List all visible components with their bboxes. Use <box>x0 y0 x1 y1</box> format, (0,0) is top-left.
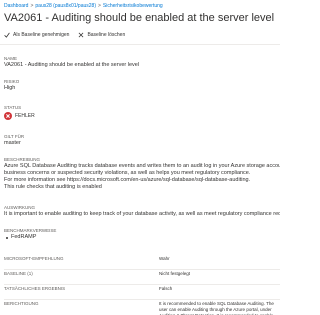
benchmark-item: FedRAMP <box>4 234 280 241</box>
breadcrumb-separator: > <box>98 3 101 9</box>
property-value: It is recommended to enable SQL Database… <box>159 301 274 315</box>
bullet <box>6 236 8 239</box>
check-icon <box>4 32 10 38</box>
status-row: FEHLER <box>4 112 280 120</box>
breadcrumb-server[interactable]: paus28 (paus8x01/paus28) <box>35 3 96 9</box>
toolbar: Als Baseline genehmigen Baseline löschen <box>4 30 134 40</box>
description-line: Azure SQL Database Auditing tracks datab… <box>4 163 280 169</box>
description-line: business concerns or suspected security … <box>4 170 251 176</box>
impact-field: AUSWIRKUNG It is important to enable aud… <box>4 205 280 218</box>
description-line: This rule checks that auditing is enable… <box>4 184 102 190</box>
clear-baseline-label: Baseline löschen <box>87 32 126 38</box>
property-name: MICROSOFT-EMPFEHLUNG <box>4 256 64 261</box>
property-name: BERICHTIGUNG <box>4 301 39 306</box>
breadcrumb-separator: > <box>30 3 34 9</box>
page-title: VA2061 - Auditing should be enabled at t… <box>4 12 275 24</box>
close-icon <box>79 32 84 38</box>
error-circle-icon <box>4 112 12 120</box>
name-value: VA2061 - Auditing should be enabled at t… <box>4 62 140 68</box>
toolbar-divider <box>0 44 280 45</box>
impact-value: It is important to enable auditing to ke… <box>4 211 280 217</box>
property-row-remediation: BERICHTIGUNG It is recommended to enable… <box>4 298 280 315</box>
breadcrumb: Dashboard > paus28 (paus8x01/paus28) > Siche… <box>4 2 163 10</box>
benchmark-item-label: FedRAMP <box>11 234 37 240</box>
breadcrumb-assessment[interactable]: Sicherheitsrisikobewertung <box>103 3 163 9</box>
breadcrumb-dashboard[interactable]: Dashboard <box>4 3 28 9</box>
applies-to-field: GILT FÜR master <box>4 134 280 147</box>
risk-value: High <box>4 85 16 91</box>
description-line: For more information see https://docs.mi… <box>4 177 251 183</box>
clear-baseline-button[interactable]: Baseline löschen <box>78 32 125 38</box>
status-value: FEHLER <box>15 113 35 119</box>
applies-to-value: master <box>4 140 21 146</box>
approve-baseline-button[interactable]: Als Baseline genehmigen <box>4 32 69 38</box>
name-field: NAME VA2061 - Auditing should be enabled… <box>4 56 280 69</box>
benchmark-field: BENCHMARKVERWEISE FedRAMP <box>4 228 280 241</box>
risk-field: RISIKO High <box>4 79 280 92</box>
description-field: BESCHREIBUNG Azure SQL Database Auditing… <box>4 157 280 191</box>
property-name: TATSÄCHLICHES ERGEBNIS <box>4 286 66 291</box>
approve-baseline-label: Als Baseline genehmigen <box>13 32 70 38</box>
status-field: STATUS FEHLER <box>4 105 280 120</box>
property-name: BASELINE (1) <box>4 271 33 276</box>
status-label: STATUS <box>4 105 22 110</box>
